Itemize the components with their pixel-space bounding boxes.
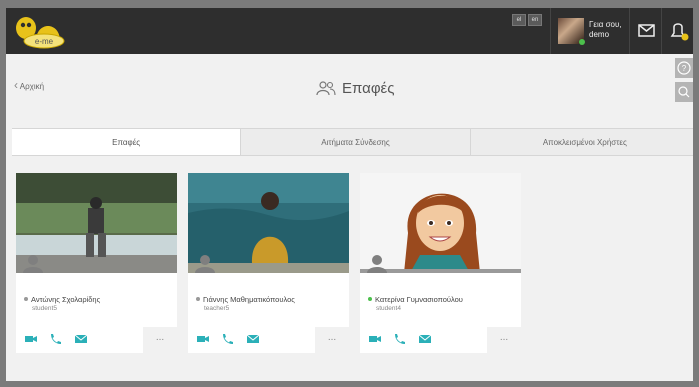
contacts-icon	[316, 81, 336, 96]
top-bar: e-me el en Γεια σου, demo	[6, 8, 693, 54]
tab-contacts[interactable]: Επαφές	[12, 129, 241, 155]
notifications-button[interactable]	[661, 8, 693, 54]
contact-card[interactable]: Αντώνης Σχολαρίδης student5 ...	[16, 173, 177, 353]
help-icon: ?	[677, 61, 691, 75]
contact-username: student5	[32, 305, 57, 312]
message-icon[interactable]	[418, 333, 432, 345]
search-button[interactable]	[675, 82, 693, 102]
more-options-button[interactable]: ...	[143, 327, 177, 353]
contact-name[interactable]: Γιάννης Μαθηματικόπουλος	[196, 295, 295, 304]
contact-card[interactable]: Γιάννης Μαθηματικόπουλος teacher5 ...	[188, 173, 349, 353]
bell-icon	[670, 23, 689, 41]
contact-name[interactable]: Αντώνης Σχολαρίδης	[24, 295, 100, 304]
app-frame: e-me el en Γεια σου, demo ? ‹ Αρχική Επα…	[6, 8, 693, 381]
message-icon[interactable]	[246, 333, 260, 345]
video-call-icon[interactable]	[368, 333, 382, 345]
contact-card[interactable]: Κατερίνα Γυμνασιοπούλου student4 ...	[360, 173, 521, 353]
page-title-text: Επαφές	[342, 79, 395, 97]
avatar-placeholder-icon	[195, 255, 215, 273]
card-actions: ...	[16, 327, 177, 353]
contact-username: teacher5	[204, 305, 230, 312]
video-call-icon[interactable]	[196, 333, 210, 345]
more-options-button[interactable]: ...	[315, 327, 349, 353]
more-options-button[interactable]: ...	[487, 327, 521, 353]
card-actions: ...	[188, 327, 349, 353]
page-title: Επαφές	[316, 76, 394, 100]
messages-button[interactable]	[629, 8, 662, 54]
chevron-left-icon: ‹	[14, 78, 18, 92]
help-button[interactable]: ?	[675, 58, 693, 78]
greeting-line1: Γεια σου,	[589, 20, 622, 29]
user-greeting: Γεια σου, demo	[589, 20, 622, 40]
contact-username: student4	[376, 305, 401, 312]
contact-cover-image	[360, 173, 521, 273]
tab-bar: Επαφές Αιτήματα Σύνδεσης Αποκλεισμένοι Χ…	[12, 128, 693, 156]
video-call-icon[interactable]	[24, 333, 38, 345]
online-status-dot	[579, 39, 585, 45]
lang-el-button[interactable]: el	[512, 14, 526, 26]
user-menu[interactable]: Γεια σου, demo	[550, 8, 629, 54]
contact-cover-image	[188, 173, 349, 273]
contact-cover-image	[16, 173, 177, 273]
svg-text:?: ?	[682, 64, 687, 73]
avatar-placeholder-icon	[23, 255, 43, 273]
e-me-logo[interactable]: e-me	[14, 13, 70, 49]
search-icon	[678, 86, 690, 98]
message-icon[interactable]	[74, 333, 88, 345]
greeting-username: demo	[589, 30, 610, 39]
phone-icon[interactable]	[48, 333, 62, 345]
tab-connection-requests[interactable]: Αιτήματα Σύνδεσης	[240, 129, 470, 155]
back-label: Αρχική	[19, 82, 45, 91]
contact-name[interactable]: Κατερίνα Γυμνασιοπούλου	[368, 295, 463, 304]
card-actions: ...	[360, 327, 521, 353]
back-link[interactable]: ‹ Αρχική	[14, 78, 44, 92]
lang-en-button[interactable]: en	[528, 14, 542, 26]
phone-icon[interactable]	[220, 333, 234, 345]
logo-text: e-me	[35, 37, 54, 46]
avatar-placeholder-icon	[367, 255, 387, 273]
envelope-icon	[638, 24, 655, 37]
phone-icon[interactable]	[392, 333, 406, 345]
tab-blocked-users[interactable]: Αποκλεισμένοι Χρήστες	[469, 129, 693, 155]
